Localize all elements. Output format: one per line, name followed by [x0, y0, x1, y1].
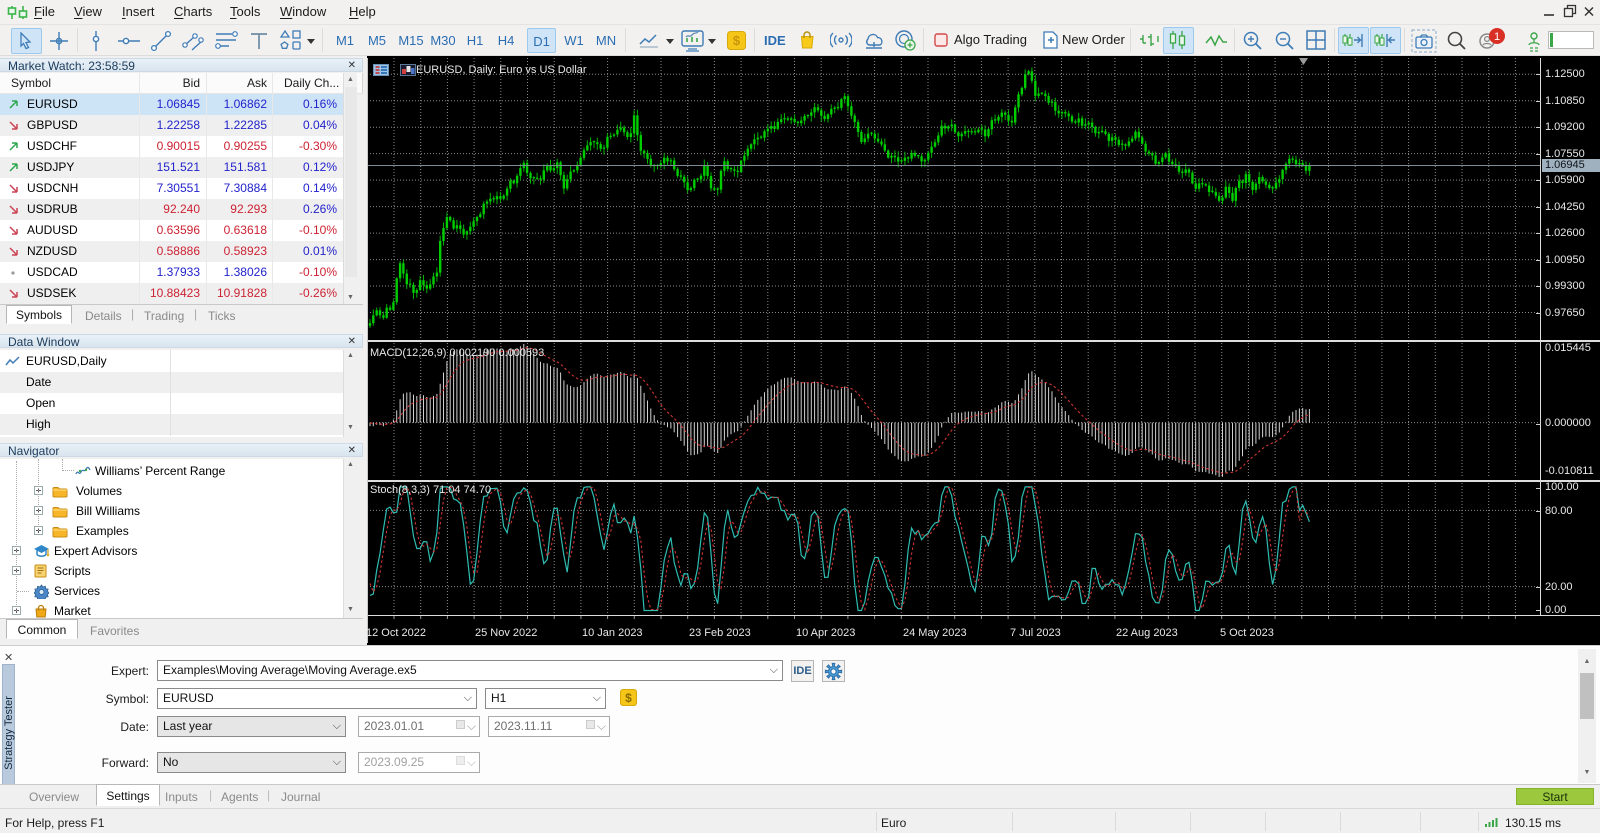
svg-text:$: $ — [733, 33, 741, 48]
svg-text:1: 1 — [1494, 31, 1500, 43]
